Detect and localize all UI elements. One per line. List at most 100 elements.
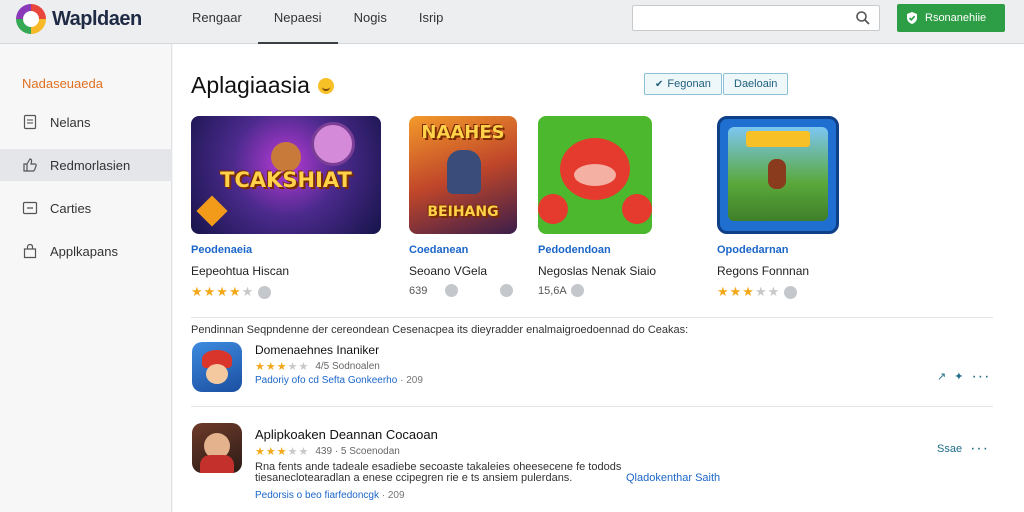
sidebar-item-label: Nelans (50, 114, 91, 130)
star-rating: ★★★★★ (255, 361, 310, 373)
banner-art-icon (746, 131, 810, 147)
list-item-meta: ★★★★★ 439 · 5 Scoenodan (255, 445, 400, 458)
heart-icon[interactable] (500, 284, 514, 297)
check-icon: ✔ (655, 78, 664, 90)
app-meta: 639 (409, 284, 517, 297)
shield-check-icon (907, 12, 917, 24)
more-options-icon[interactable]: ··· (971, 368, 990, 384)
divider (191, 317, 993, 318)
nav-tab-nepaesi[interactable]: Nepaesi (257, 0, 338, 44)
star-rating: ★★★★★ (191, 284, 255, 299)
sidebar-item-applkapans[interactable]: Applkapans (0, 235, 172, 267)
app-icon[interactable] (192, 423, 242, 473)
page-title-text: Aplagiaasia (191, 72, 310, 98)
app-size: 639 (409, 284, 428, 297)
list-item-meta: ★★★★★ 4/5 Sodnoalen (255, 360, 380, 373)
pin-icon[interactable]: ✦ (954, 370, 963, 383)
app-name: Wapldaen (52, 7, 142, 30)
info-icon[interactable] (445, 284, 459, 297)
character-art-icon (768, 159, 786, 189)
snout-art-icon (574, 164, 616, 186)
app-size: 15,6A (538, 284, 567, 297)
link-suffix: · 209 (400, 375, 423, 386)
list-item-link[interactable]: Padoriy ofo cd Sefta Gonkeerho · 209 (255, 375, 423, 386)
face-art-icon (206, 364, 228, 384)
featured-card[interactable]: Opodedarnan Regons Fonnnan ★★★★★ (717, 116, 839, 300)
sidebar-item-nelans[interactable]: Nelans (0, 106, 172, 138)
sidebar-item-label: Redmorlasien (50, 157, 131, 173)
sidebar: Nadaseuaeda Nelans Redmorlasien Carties … (0, 44, 172, 512)
app-name: Eepeohtua Hiscan (191, 264, 290, 278)
filter-button-label: Fegonan (667, 78, 711, 90)
nav-tab-rengaar[interactable]: Rengaar (176, 0, 258, 44)
link-suffix: · 209 (381, 490, 405, 501)
sidebar-item-carties[interactable]: Carties (0, 192, 172, 224)
smiley-icon (317, 77, 334, 94)
featured-card[interactable]: TCAKSHIAT Peodenaeia Eepeohtua Hiscan ★★… (191, 116, 381, 300)
search-box (632, 5, 880, 31)
sidebar-item-redmorlasien[interactable]: Redmorlasien (0, 149, 172, 181)
search-input[interactable] (633, 6, 843, 30)
app-thumbnail[interactable]: NAAHES BEIHANG (409, 116, 517, 234)
info-icon[interactable] (570, 284, 584, 297)
main-content: Aplagiaasia ✔ Fegonan Daeloain TCAKSHIAT… (173, 44, 1024, 512)
sidebar-item-label: Carties (50, 200, 92, 216)
top-bar: Wapldaen Rengaar Nepaesi Nogis Isrip Rso… (0, 0, 1024, 44)
app-rating: ★★★★★ (191, 284, 381, 300)
app-name: Negoslas Nenak Siaio (538, 264, 657, 278)
save-label[interactable]: Ssae (937, 443, 962, 455)
publisher-link[interactable]: Padoriy ofo cd Sefta Gonkeerho (255, 375, 397, 386)
featured-card[interactable]: NAAHES BEIHANG Coedanean Seoano VGela 63… (409, 116, 517, 297)
brand-logo-icon (16, 4, 46, 34)
app-art-title: NAAHES (421, 122, 505, 143)
app-rating: ★★★★★ (717, 284, 839, 300)
top-nav: Rengaar Nepaesi Nogis Isrip (176, 0, 459, 44)
app-category: Coedanean (409, 244, 469, 256)
info-icon[interactable] (784, 285, 798, 299)
app-art-title: TCAKSHIAT (220, 168, 352, 192)
filter-button-fegonan[interactable]: ✔ Fegonan (644, 73, 722, 95)
app-meta: 15,6A (538, 284, 656, 297)
star-rating: ★★★★★ (717, 284, 781, 299)
developer-link[interactable]: Qladokenthar Saith (626, 472, 720, 484)
install-button[interactable]: Rsonanehiie (897, 4, 1005, 32)
app-icon[interactable] (192, 342, 242, 392)
app-category: Opodedarnan (717, 244, 789, 256)
paw-art-icon (538, 194, 568, 224)
app-art-subtitle: BEIHANG (427, 204, 499, 220)
app-logo[interactable]: Wapldaen (16, 4, 142, 34)
list-item-title: Aplipkoaken Deannan Cocaoan (255, 427, 438, 442)
app-thumbnail[interactable] (538, 116, 652, 234)
list-item-link[interactable]: Pedorsis o beo fiarfedoncgk · 209 (255, 490, 405, 501)
character-art-icon (447, 150, 481, 194)
document-icon (23, 114, 37, 130)
app-category: Peodenaeia (191, 244, 253, 256)
nav-tab-isrip[interactable]: Isrip (403, 0, 460, 44)
list-item-actions: ↗ ✦ ··· (937, 368, 990, 384)
section-description: Pendinnan Seqpndenne der cereondean Cese… (191, 324, 689, 336)
app-category: Pedodendoan (538, 244, 611, 256)
character-art-icon (311, 122, 355, 166)
featured-card[interactable]: Pedodendoan Negoslas Nenak Siaio 15,6A (538, 116, 656, 297)
app-thumbnail[interactable] (717, 116, 839, 234)
list-item-title: Domenaehnes Inaniker (255, 343, 380, 357)
gem-art-icon (196, 195, 228, 227)
more-options-icon[interactable]: ··· (970, 441, 989, 457)
app-thumbnail[interactable]: TCAKSHIAT (191, 116, 381, 234)
sidebar-heading: Nadaseuaeda (22, 76, 103, 91)
nav-tab-nogis[interactable]: Nogis (338, 0, 403, 44)
star-rating: ★★★★★ (255, 446, 310, 458)
app-name: Regons Fonnnan (717, 264, 810, 278)
info-icon[interactable] (258, 285, 272, 299)
review-count: 439 · 5 Scoenodan (315, 446, 400, 457)
minus-box-icon (22, 201, 38, 215)
paw-art-icon (622, 194, 652, 224)
search-icon[interactable] (855, 10, 871, 26)
app-name: Seoano VGela (409, 264, 488, 278)
filter-button-daeloain[interactable]: Daeloain (723, 73, 789, 95)
install-button-label: Rsonanehiie (925, 12, 987, 24)
publisher-link[interactable]: Pedorsis o beo fiarfedoncgk (255, 490, 379, 501)
list-item-actions: Ssae ··· (937, 441, 989, 457)
share-icon[interactable]: ↗ (937, 370, 946, 383)
thumbs-up-icon (23, 158, 37, 172)
